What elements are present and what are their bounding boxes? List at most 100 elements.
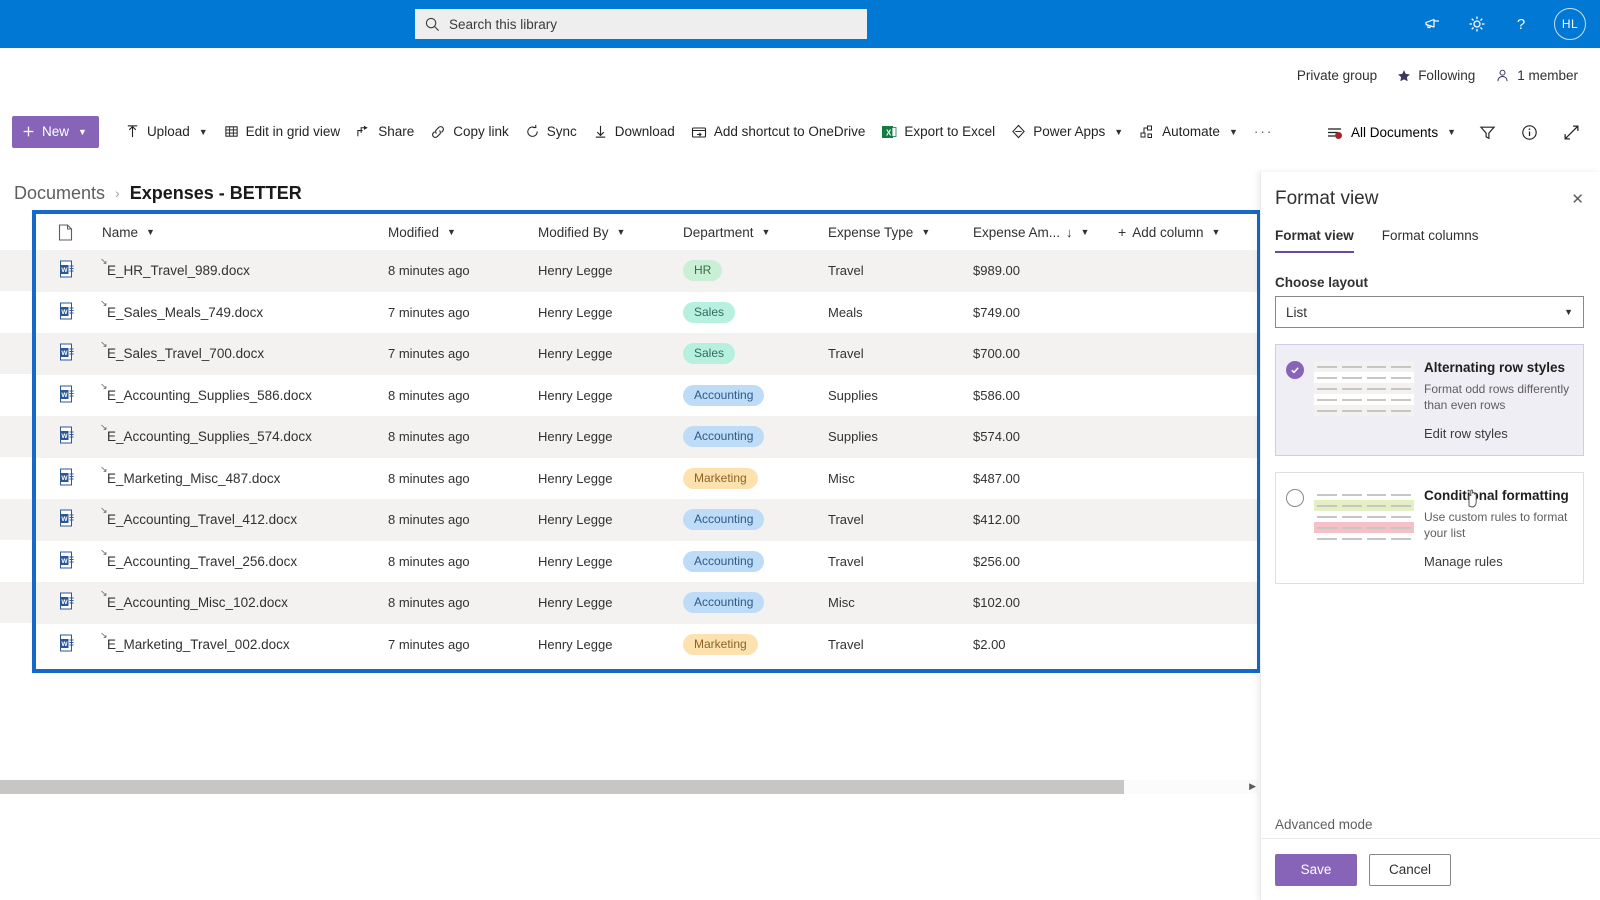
following-button[interactable]: Following — [1397, 68, 1475, 83]
copy-link-button[interactable]: Copy link — [422, 114, 517, 150]
file-name-link[interactable]: ↘ E_Accounting_Travel_256.docx — [100, 547, 297, 569]
save-button[interactable]: Save — [1275, 853, 1357, 886]
command-bar: New ▼ Upload ▼ Edit in grid view Share C… — [0, 110, 1600, 154]
file-name-link[interactable]: ↘ E_Accounting_Supplies_586.docx — [100, 381, 312, 403]
file-name-link[interactable]: ↘ E_Accounting_Supplies_574.docx — [100, 422, 312, 444]
more-commands-button[interactable]: ··· — [1246, 114, 1282, 150]
cell-name[interactable]: ↘ E_Sales_Travel_700.docx — [92, 333, 388, 375]
column-header-department[interactable]: Department ▼ — [683, 214, 828, 250]
automate-button[interactable]: Automate ▼ — [1131, 114, 1246, 150]
column-header-expense-amount[interactable]: Expense Am... ↓ ▼ — [973, 214, 1118, 250]
file-name-link[interactable]: ↘ E_Marketing_Misc_487.docx — [100, 464, 280, 486]
upload-button[interactable]: Upload ▼ — [117, 114, 216, 150]
table-row[interactable]: W ↘ E_Sales_Travel_700.docx 7 minutes ago He… — [36, 333, 1257, 375]
help-icon[interactable]: ? — [1510, 13, 1532, 35]
table-row[interactable]: W ↘ E_Accounting_Misc_102.docx 8 minutes ag… — [36, 582, 1257, 624]
file-name-text: E_HR_Travel_989.docx — [107, 263, 250, 279]
close-icon[interactable]: ✕ — [1571, 190, 1584, 208]
onedrive-shortcut-icon — [691, 126, 706, 138]
chevron-down-icon: ▼ — [198, 126, 208, 137]
manage-rules-link[interactable]: Manage rules — [1424, 554, 1571, 569]
chevron-down-icon: ▼ — [1114, 126, 1124, 137]
copy-link-label: Copy link — [453, 124, 509, 139]
megaphone-icon[interactable] — [1422, 13, 1444, 35]
search-input[interactable]: Search this library — [415, 9, 867, 39]
new-button[interactable]: New ▼ — [12, 115, 99, 148]
radio-conditional-formatting[interactable] — [1286, 489, 1304, 507]
file-name-link[interactable]: ↘ E_Sales_Meals_749.docx — [100, 298, 263, 320]
cell-name[interactable]: ↘ E_Sales_Meals_749.docx — [92, 292, 388, 334]
table-row[interactable]: W ↘ E_Accounting_Supplies_586.docx 8 minute… — [36, 375, 1257, 417]
add-shortcut-to-onedrive-button[interactable]: Add shortcut to OneDrive — [683, 114, 874, 150]
breadcrumb-current: Expenses - BETTER — [129, 182, 302, 203]
column-header-label: Department — [683, 224, 754, 240]
column-header-add-column[interactable]: + Add column ▼ — [1118, 214, 1257, 250]
cell-expense-type: Travel — [828, 553, 864, 569]
expand-icon[interactable] — [1560, 121, 1582, 143]
column-header-modified[interactable]: Modified ▼ — [388, 214, 538, 250]
table-row[interactable]: W ↘ E_Marketing_Travel_002.docx 7 minutes a… — [36, 624, 1257, 666]
members-button[interactable]: 1 member — [1495, 68, 1578, 83]
site-header-row: Private group Following 1 member — [0, 48, 1600, 110]
radio-alternating-row-styles[interactable] — [1286, 361, 1304, 379]
scrollbar-thumb[interactable] — [0, 780, 1124, 794]
cell-name[interactable]: ↘ E_Accounting_Travel_256.docx — [92, 541, 388, 583]
option-alternating-row-styles[interactable]: Alternating row styles Format odd rows d… — [1275, 344, 1584, 456]
scroll-right-arrow-icon[interactable]: ▶ — [1249, 781, 1256, 792]
column-header-name[interactable]: Name ▼ — [92, 214, 388, 250]
export-to-excel-button[interactable]: X Export to Excel — [873, 114, 1003, 150]
tab-format-columns[interactable]: Format columns — [1382, 228, 1479, 253]
cell-modified: 8 minutes ago — [388, 250, 538, 292]
chevron-down-icon: ▼ — [146, 227, 155, 237]
department-pill: Marketing — [683, 633, 758, 655]
tab-format-view[interactable]: Format view — [1275, 228, 1354, 253]
horizontal-scrollbar[interactable]: ▶ — [0, 780, 1258, 794]
file-name-link[interactable]: ↘ E_Accounting_Travel_412.docx — [100, 505, 297, 527]
cell-name[interactable]: ↘ E_Accounting_Travel_412.docx — [92, 499, 388, 541]
share-label: Share — [378, 124, 415, 139]
file-name-link[interactable]: ↘ E_Marketing_Travel_002.docx — [100, 630, 290, 652]
table-row[interactable]: W ↘ E_Marketing_Misc_487.docx 8 minutes ago… — [36, 458, 1257, 500]
shortcut-arrow-icon: ↘ — [100, 256, 108, 267]
column-header-expense-type[interactable]: Expense Type ▼ — [828, 214, 973, 250]
cell-name[interactable]: ↘ E_HR_Travel_989.docx — [92, 250, 388, 292]
edit-row-styles-link[interactable]: Edit row styles — [1424, 426, 1571, 441]
column-header-modified-by[interactable]: Modified By ▼ — [538, 214, 683, 250]
share-button[interactable]: Share — [348, 114, 422, 150]
power-apps-button[interactable]: Power Apps ▼ — [1003, 114, 1131, 150]
gear-icon[interactable] — [1466, 13, 1488, 35]
cell-name[interactable]: ↘ E_Accounting_Misc_102.docx — [92, 582, 388, 624]
cell-name[interactable]: ↘ E_Accounting_Supplies_586.docx — [92, 375, 388, 417]
view-selector-button[interactable]: All Documents ▼ — [1318, 124, 1464, 140]
file-name-link[interactable]: ↘ E_HR_Travel_989.docx — [100, 256, 250, 279]
option-conditional-formatting[interactable]: Conditional formatting Use custom rules … — [1275, 472, 1584, 584]
cancel-button[interactable]: Cancel — [1369, 853, 1451, 886]
download-button[interactable]: Download — [585, 114, 683, 150]
table-header-row: Name ▼ Modified ▼ Modified By ▼ Departme… — [36, 214, 1257, 250]
edit-in-grid-view-button[interactable]: Edit in grid view — [216, 114, 349, 150]
cell-file-icon: W — [36, 250, 92, 292]
alternating-preview-thumbnail — [1314, 359, 1414, 441]
advanced-mode-link[interactable]: Advanced mode — [1275, 817, 1373, 832]
info-icon[interactable] — [1518, 121, 1540, 143]
cell-name[interactable]: ↘ E_Marketing_Travel_002.docx — [92, 624, 388, 666]
file-name-link[interactable]: ↘ E_Sales_Travel_700.docx — [100, 339, 264, 361]
table-row[interactable]: W ↘ E_Accounting_Travel_412.docx 8 minutes … — [36, 499, 1257, 541]
layout-dropdown[interactable]: List ▼ — [1275, 296, 1584, 328]
sync-button[interactable]: Sync — [517, 114, 585, 150]
person-icon — [1497, 69, 1508, 82]
cell-name[interactable]: ↘ E_Marketing_Misc_487.docx — [92, 458, 388, 500]
file-name-link[interactable]: ↘ E_Accounting_Misc_102.docx — [100, 588, 288, 610]
table-row[interactable]: W ↘ E_HR_Travel_989.docx 8 minutes ago Henry… — [36, 250, 1257, 292]
cell-name[interactable]: ↘ E_Accounting_Supplies_574.docx — [92, 416, 388, 458]
table-row[interactable]: W ↘ E_Sales_Meals_749.docx 7 minutes ago Hen… — [36, 292, 1257, 334]
column-header-file-type[interactable] — [36, 214, 92, 250]
word-document-icon: W — [60, 260, 74, 278]
avatar[interactable]: HL — [1554, 8, 1586, 40]
cell-modified: 8 minutes ago — [388, 416, 538, 458]
filter-icon[interactable] — [1476, 121, 1498, 143]
table-row[interactable]: W ↘ E_Accounting_Supplies_574.docx 8 minute… — [36, 416, 1257, 458]
table-row[interactable]: W ↘ E_Accounting_Travel_256.docx 8 minutes … — [36, 541, 1257, 583]
breadcrumb-parent[interactable]: Documents — [14, 183, 105, 204]
column-header-label: Add column — [1132, 224, 1204, 240]
